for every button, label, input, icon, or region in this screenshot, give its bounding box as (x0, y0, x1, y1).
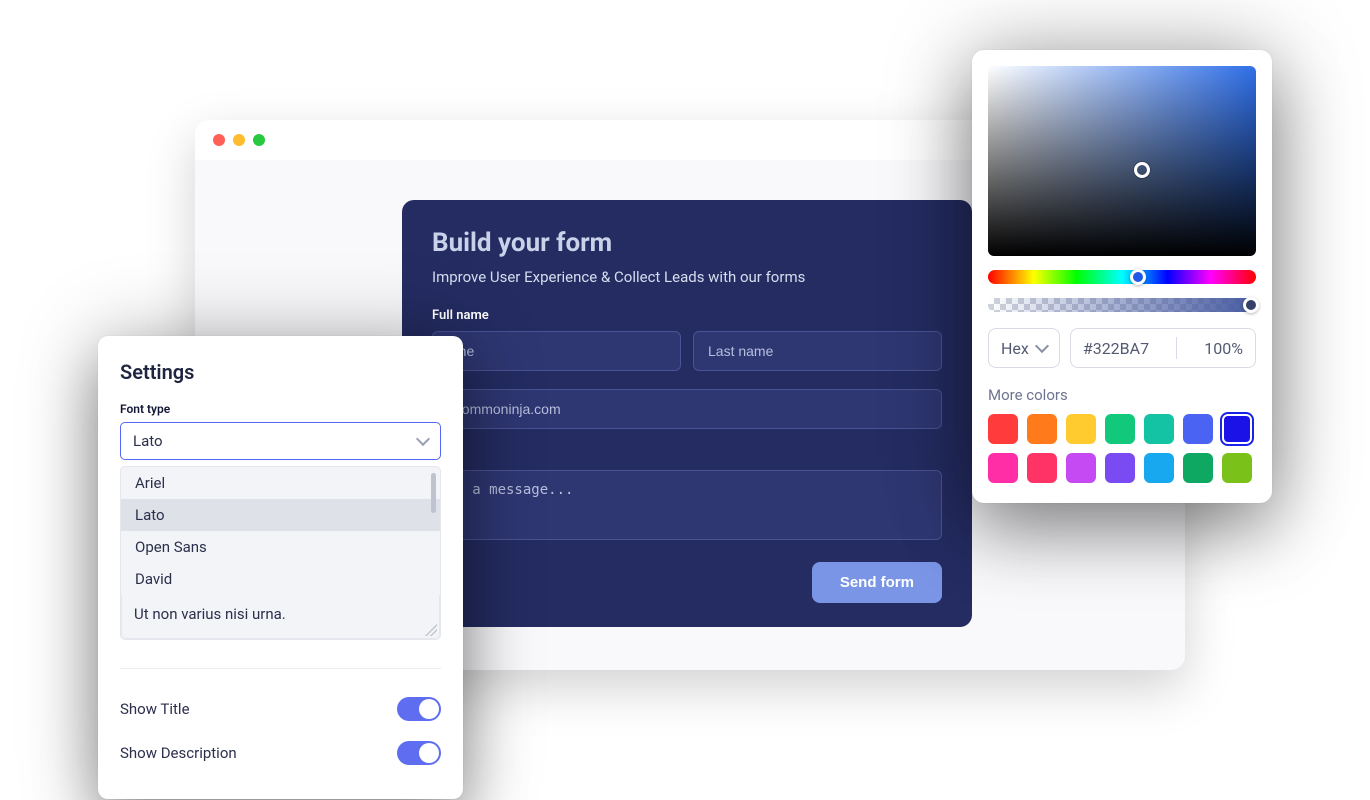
more-colors-label: More colors (988, 386, 1256, 404)
color-swatch[interactable] (1066, 414, 1096, 444)
fullname-label: Full name (432, 308, 942, 323)
toggle-row: Show Description (120, 731, 441, 775)
font-type-label: Font type (120, 402, 441, 416)
toggle-knob (419, 743, 439, 763)
toggle-knob (419, 699, 439, 719)
color-swatch[interactable] (988, 453, 1018, 483)
color-value-field[interactable]: #322BA7 100% (1070, 328, 1256, 368)
last-name-input[interactable] (693, 331, 942, 371)
email-input[interactable] (432, 389, 942, 429)
send-form-button[interactable]: Send form (812, 562, 942, 603)
color-swatch[interactable] (1183, 414, 1213, 444)
message-textarea[interactable] (432, 470, 942, 540)
chevron-down-icon (1035, 339, 1049, 353)
traffic-light-max[interactable] (253, 134, 265, 146)
settings-panel: Settings Font type Lato ArielLatoOpen Sa… (98, 336, 463, 799)
color-swatch[interactable] (1183, 453, 1213, 483)
toggle-switch[interactable] (397, 741, 441, 765)
color-swatch[interactable] (1066, 453, 1096, 483)
font-type-select[interactable]: Lato (120, 422, 441, 460)
color-swatch[interactable] (1222, 453, 1252, 483)
form-card: Build your form Improve User Experience … (402, 200, 972, 627)
resize-handle-icon[interactable] (425, 624, 437, 636)
font-option[interactable]: David (121, 563, 440, 595)
font-type-value: Lato (133, 432, 163, 450)
traffic-light-min[interactable] (233, 134, 245, 146)
first-name-input[interactable] (432, 331, 681, 371)
color-swatch[interactable] (1105, 453, 1135, 483)
font-type-dropdown: ArielLatoOpen SansDavid Ut non varius ni… (120, 466, 441, 640)
hex-value: #322BA7 (1083, 339, 1149, 358)
saturation-value-field[interactable] (988, 66, 1256, 256)
hue-slider[interactable] (988, 270, 1256, 284)
alpha-slider[interactable] (988, 298, 1256, 312)
swatch-grid (988, 414, 1256, 483)
color-swatch[interactable] (1027, 414, 1057, 444)
hue-thumb[interactable] (1130, 269, 1146, 285)
message-label: e (432, 447, 942, 462)
color-mode-select[interactable]: Hex (988, 328, 1060, 368)
sample-text-field[interactable]: Ut non varius nisi urna. (121, 595, 440, 639)
color-swatch[interactable] (1144, 453, 1174, 483)
settings-title: Settings (120, 360, 441, 384)
dropdown-scrollbar[interactable] (431, 473, 436, 513)
font-option[interactable]: Lato (121, 499, 440, 531)
divider (120, 668, 441, 669)
color-mode-label: Hex (1001, 339, 1029, 358)
color-swatch[interactable] (1144, 414, 1174, 444)
font-option[interactable]: Ariel (121, 467, 440, 499)
color-swatch[interactable] (988, 414, 1018, 444)
sv-cursor-icon[interactable] (1134, 162, 1150, 178)
separator (1176, 337, 1177, 359)
toggle-row: Show Title (120, 687, 441, 731)
traffic-light-close[interactable] (213, 134, 225, 146)
font-option[interactable]: Open Sans (121, 531, 440, 563)
opacity-value: 100% (1204, 339, 1243, 358)
toggle-label: Show Title (120, 700, 190, 718)
color-swatch[interactable] (1027, 453, 1057, 483)
color-swatch[interactable] (1105, 414, 1135, 444)
toggle-switch[interactable] (397, 697, 441, 721)
chevron-down-icon (416, 432, 430, 446)
color-swatch[interactable] (1222, 414, 1252, 444)
color-picker-panel: Hex #322BA7 100% More colors (972, 50, 1272, 503)
alpha-thumb[interactable] (1243, 297, 1259, 313)
toggle-label: Show Description (120, 744, 237, 762)
form-title: Build your form (432, 228, 942, 258)
form-subtitle: Improve User Experience & Collect Leads … (432, 268, 942, 286)
